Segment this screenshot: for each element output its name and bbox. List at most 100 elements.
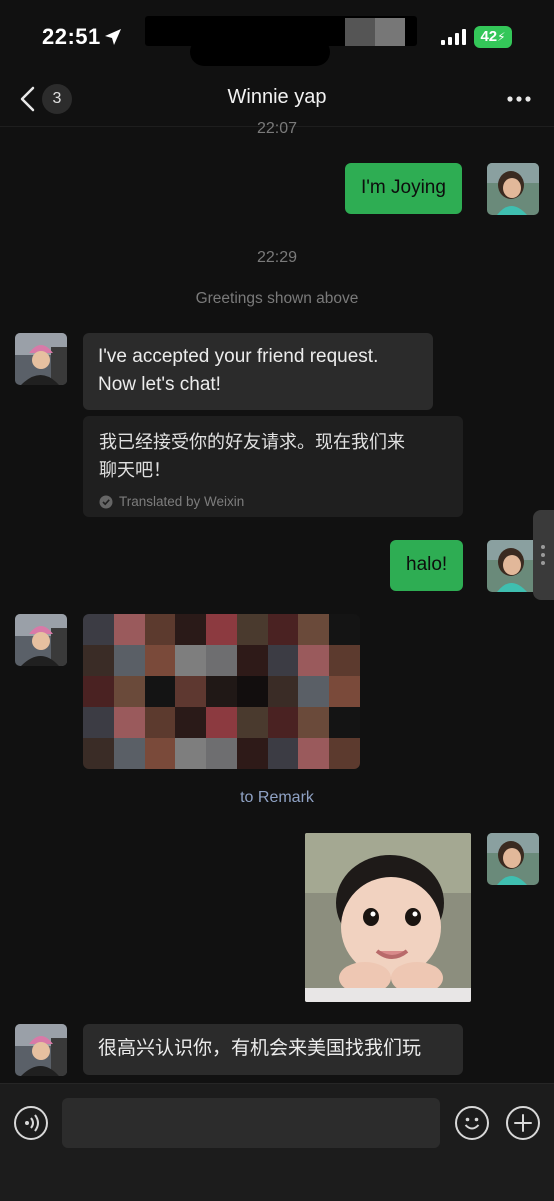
remark-link[interactable]: to Remark: [0, 789, 554, 807]
mosaic-cell: [175, 738, 207, 769]
mosaic-cell: [206, 707, 237, 738]
mosaic-cell: [298, 707, 330, 738]
mosaic-cell: [83, 707, 114, 738]
status-bar: 22:51 42⚡: [0, 0, 554, 76]
contact-photo-icon: [15, 333, 67, 385]
mosaic-cell: [236, 676, 268, 707]
mosaic-cell: [329, 738, 360, 769]
mosaic-cell: [267, 614, 299, 645]
child-photo-icon: [487, 163, 539, 215]
mosaic-cell: [83, 645, 114, 676]
more-options-icon[interactable]: [506, 91, 532, 107]
redacted-block: [190, 38, 330, 66]
mosaic-cell: [329, 614, 360, 645]
sent-message-bubble[interactable]: I'm Joying: [345, 163, 462, 214]
mosaic-cell: [144, 707, 176, 738]
voice-wave-icon: [25, 1114, 39, 1132]
mosaic-cell: [113, 738, 145, 769]
translation-attribution: Translated by Weixin: [99, 488, 447, 516]
my-avatar[interactable]: [487, 540, 539, 592]
mosaic-cell: [113, 614, 145, 645]
child-photo-icon: [487, 540, 539, 592]
mosaic-cell: [113, 645, 145, 676]
chat-title: Winnie yap: [227, 86, 327, 108]
contact-avatar[interactable]: [15, 333, 67, 385]
baby-photo-icon: [305, 833, 471, 1002]
mosaic-cell: [267, 676, 299, 707]
mosaic-cell: [206, 676, 237, 707]
mosaic-cell: [267, 738, 299, 769]
mosaic-cell: [236, 738, 268, 769]
mosaic-cell: [329, 676, 360, 707]
my-avatar[interactable]: [487, 833, 539, 885]
baby-photo-message[interactable]: [305, 833, 471, 1002]
greetings-note: Greetings shown above: [195, 290, 359, 307]
contact-avatar[interactable]: [15, 614, 67, 666]
mosaic-cell: [236, 645, 268, 676]
mosaic-cell: [206, 614, 237, 645]
mosaic-cell: [175, 645, 207, 676]
battery-level: 42: [480, 28, 498, 45]
status-time: 22:51: [42, 24, 101, 49]
more-actions-button[interactable]: [506, 1106, 540, 1140]
mosaic-cell: [267, 645, 299, 676]
mosaic-cell: [83, 614, 114, 645]
mosaic-cell: [175, 707, 207, 738]
mosaic-cell: [83, 676, 114, 707]
mosaic-cell: [144, 645, 176, 676]
my-avatar[interactable]: [487, 163, 539, 215]
charging-icon: ⚡: [497, 30, 506, 44]
translation-label: Translated by Weixin: [119, 494, 245, 509]
mosaic-cell: [144, 614, 176, 645]
mosaic-cell: [329, 645, 360, 676]
mosaic-cell: [144, 676, 176, 707]
mosaic-cell: [175, 614, 207, 645]
redacted-block: [375, 18, 405, 46]
timestamp: 22:07: [256, 120, 298, 137]
message-text: halo!: [406, 554, 448, 575]
mosaic-cell: [113, 676, 145, 707]
mosaic-cell: [298, 738, 330, 769]
contact-photo-icon: [15, 1024, 67, 1076]
mosaic-cell: [267, 707, 299, 738]
sent-message-bubble[interactable]: halo!: [390, 540, 464, 591]
check-circle-icon: [99, 495, 113, 509]
mosaic-cell: [298, 645, 330, 676]
message-text-line: Now let's chat!: [98, 374, 221, 395]
received-message-bubble[interactable]: 很高兴认识你，有机会来美国找我们玩: [83, 1024, 463, 1075]
mosaic-cell: [113, 707, 145, 738]
side-drawer-handle[interactable]: [533, 510, 554, 600]
battery-indicator: 42⚡: [474, 26, 512, 48]
mosaic-cell: [175, 676, 207, 707]
pixelated-image-message[interactable]: [83, 614, 360, 769]
translation-text-line: 聊天吧！: [99, 460, 171, 480]
message-text: 很高兴认识你，有机会来美国找我们玩: [98, 1038, 422, 1059]
mosaic-cell: [298, 614, 330, 645]
translation-box[interactable]: 我已经接受你的好友请求。现在我们来 聊天吧！ Translated by Wei…: [83, 416, 463, 517]
mosaic-cell: [83, 738, 114, 769]
message-text: I'm Joying: [361, 177, 446, 198]
received-message-bubble[interactable]: I've accepted your friend request. Now l…: [83, 333, 433, 410]
timestamp: 22:29: [256, 249, 298, 266]
message-text-input[interactable]: [62, 1098, 440, 1148]
emoji-button[interactable]: [455, 1106, 489, 1140]
mosaic-cell: [144, 738, 176, 769]
signal-icon: [441, 29, 466, 45]
mosaic-cell: [329, 707, 360, 738]
translation-text-line: 我已经接受你的好友请求。现在我们来: [99, 432, 405, 452]
plus-icon: [514, 1114, 532, 1132]
smiley-icon: [464, 1117, 480, 1130]
mosaic-cell: [206, 738, 237, 769]
contact-photo-icon: [15, 614, 67, 666]
redacted-block: [345, 18, 375, 46]
mosaic-cell: [236, 707, 268, 738]
grip-dots-icon: [541, 545, 545, 565]
mosaic-cell: [298, 676, 330, 707]
contact-avatar[interactable]: [15, 1024, 67, 1076]
message-text-line: I've accepted your friend request.: [98, 346, 379, 367]
mosaic-cell: [236, 614, 268, 645]
voice-input-button[interactable]: [14, 1106, 48, 1140]
message-input-bar: [0, 1083, 554, 1201]
location-arrow-icon: [105, 29, 121, 45]
mosaic-cell: [206, 645, 237, 676]
